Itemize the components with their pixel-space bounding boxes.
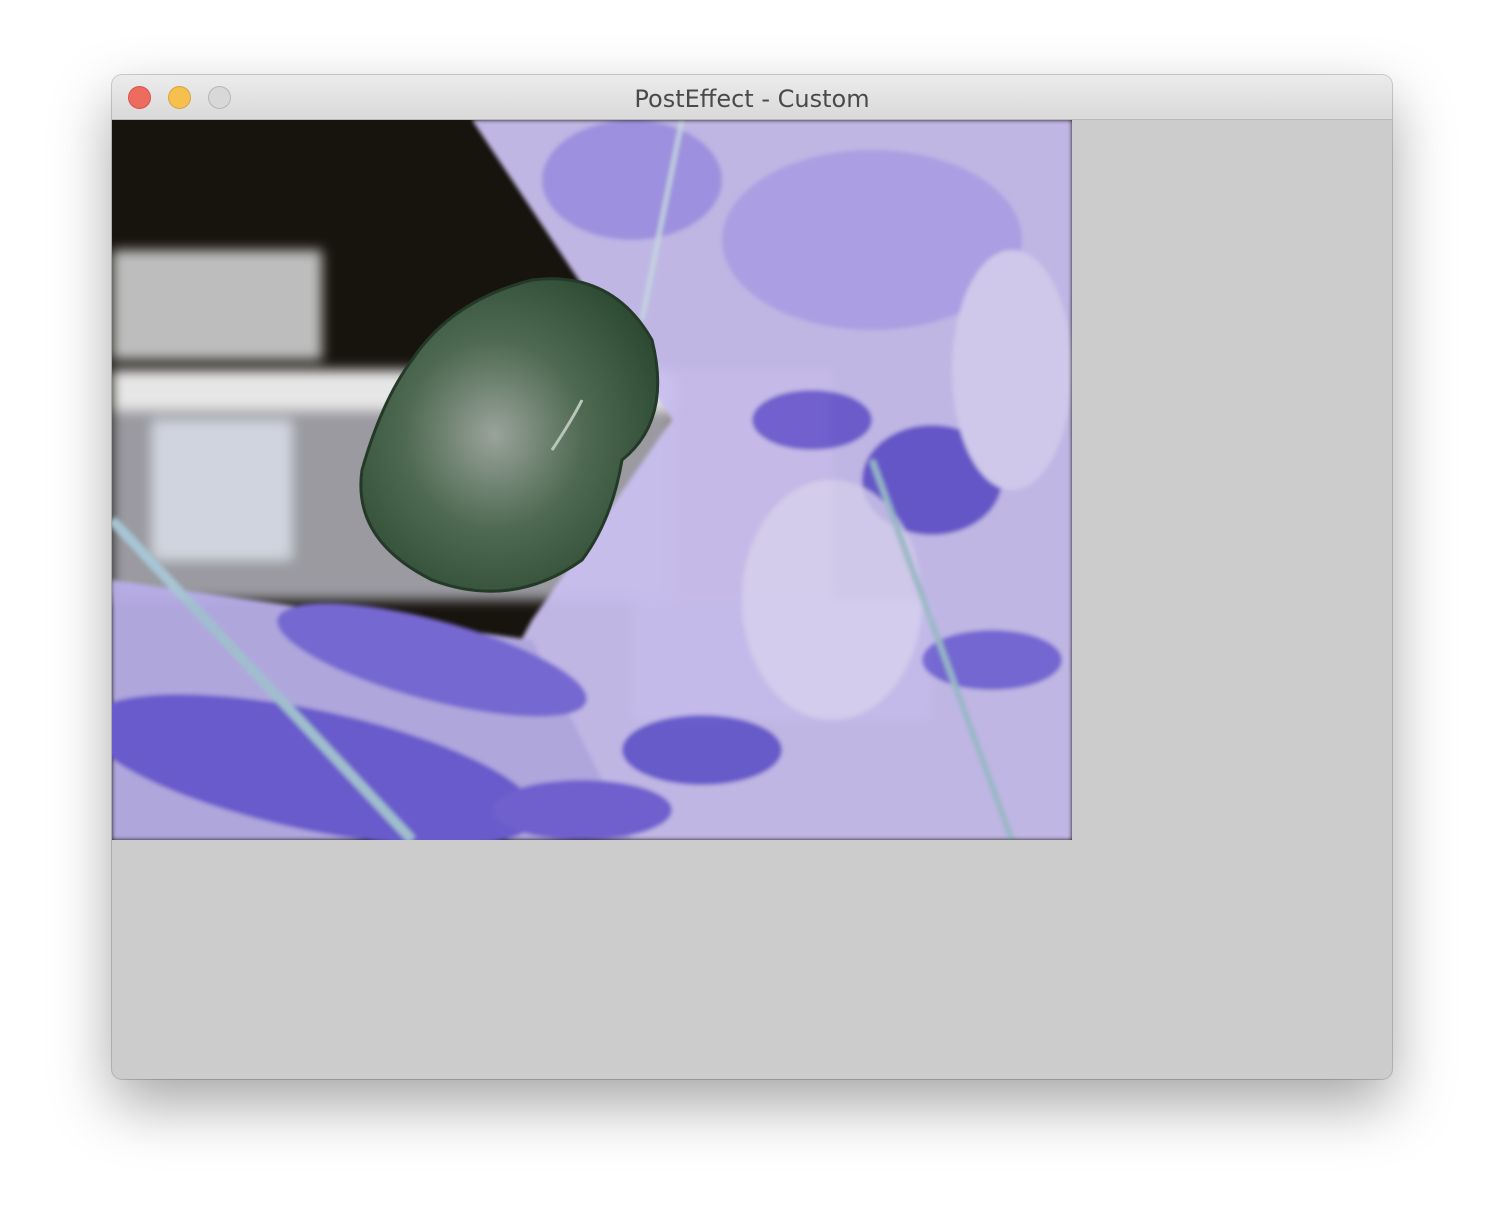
inverted-flower-image — [112, 120, 1072, 840]
window-title: PostEffect - Custom — [634, 85, 870, 113]
app-window: PostEffect - Custom — [112, 75, 1392, 1079]
post-effect-render-view — [112, 120, 1072, 840]
title-bar[interactable]: PostEffect - Custom — [112, 75, 1392, 120]
